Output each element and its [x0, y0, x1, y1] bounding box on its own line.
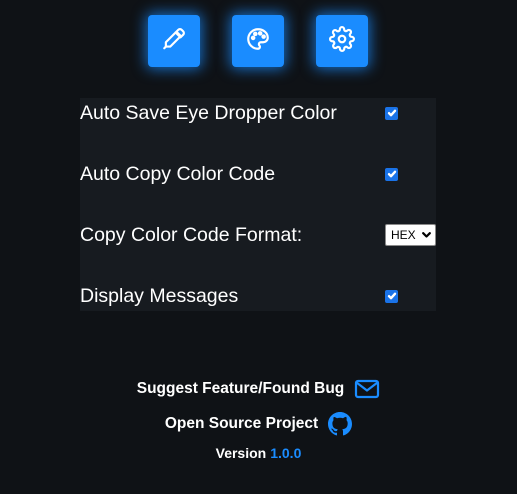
toolbar	[148, 15, 368, 67]
mail-icon[interactable]	[354, 378, 380, 400]
settings-button[interactable]	[316, 15, 368, 67]
display-messages-checkbox[interactable]	[385, 289, 398, 303]
eyedropper-icon	[161, 26, 187, 57]
version-line: Version 1.0.0	[0, 443, 517, 463]
open-source-text: Open Source Project	[164, 415, 319, 432]
auto-copy-checkbox[interactable]	[385, 167, 398, 181]
settings-panel: Auto Save Eye Dropper Color Auto Copy Co…	[80, 98, 436, 311]
eyedropper-button[interactable]	[148, 15, 200, 67]
display-messages-label: Display Messages	[80, 284, 239, 307]
version-label: Version	[215, 445, 267, 461]
setting-code-format: Copy Color Code Format: HEX	[80, 220, 436, 250]
suggest-feature-text: Suggest Feature/Found Bug	[136, 380, 345, 397]
code-format-value: HEX	[391, 228, 416, 242]
chevron-down-icon	[422, 232, 431, 238]
palette-button[interactable]	[232, 15, 284, 67]
setting-auto-save: Auto Save Eye Dropper Color	[80, 98, 436, 128]
auto-save-checkbox[interactable]	[385, 106, 398, 120]
auto-save-label: Auto Save Eye Dropper Color	[80, 101, 337, 124]
suggest-feature-line: Suggest Feature/Found Bug	[0, 376, 517, 402]
auto-copy-label: Auto Copy Color Code	[80, 162, 276, 185]
code-format-select[interactable]: HEX	[385, 224, 436, 246]
gear-icon	[329, 25, 355, 57]
open-source-line: Open Source Project	[0, 411, 517, 437]
github-icon[interactable]	[328, 412, 353, 436]
palette-icon	[245, 26, 271, 57]
setting-display-messages: Display Messages	[80, 281, 436, 311]
setting-auto-copy: Auto Copy Color Code	[80, 159, 436, 189]
code-format-label: Copy Color Code Format:	[80, 223, 303, 246]
version-number: 1.0.0	[270, 445, 302, 461]
